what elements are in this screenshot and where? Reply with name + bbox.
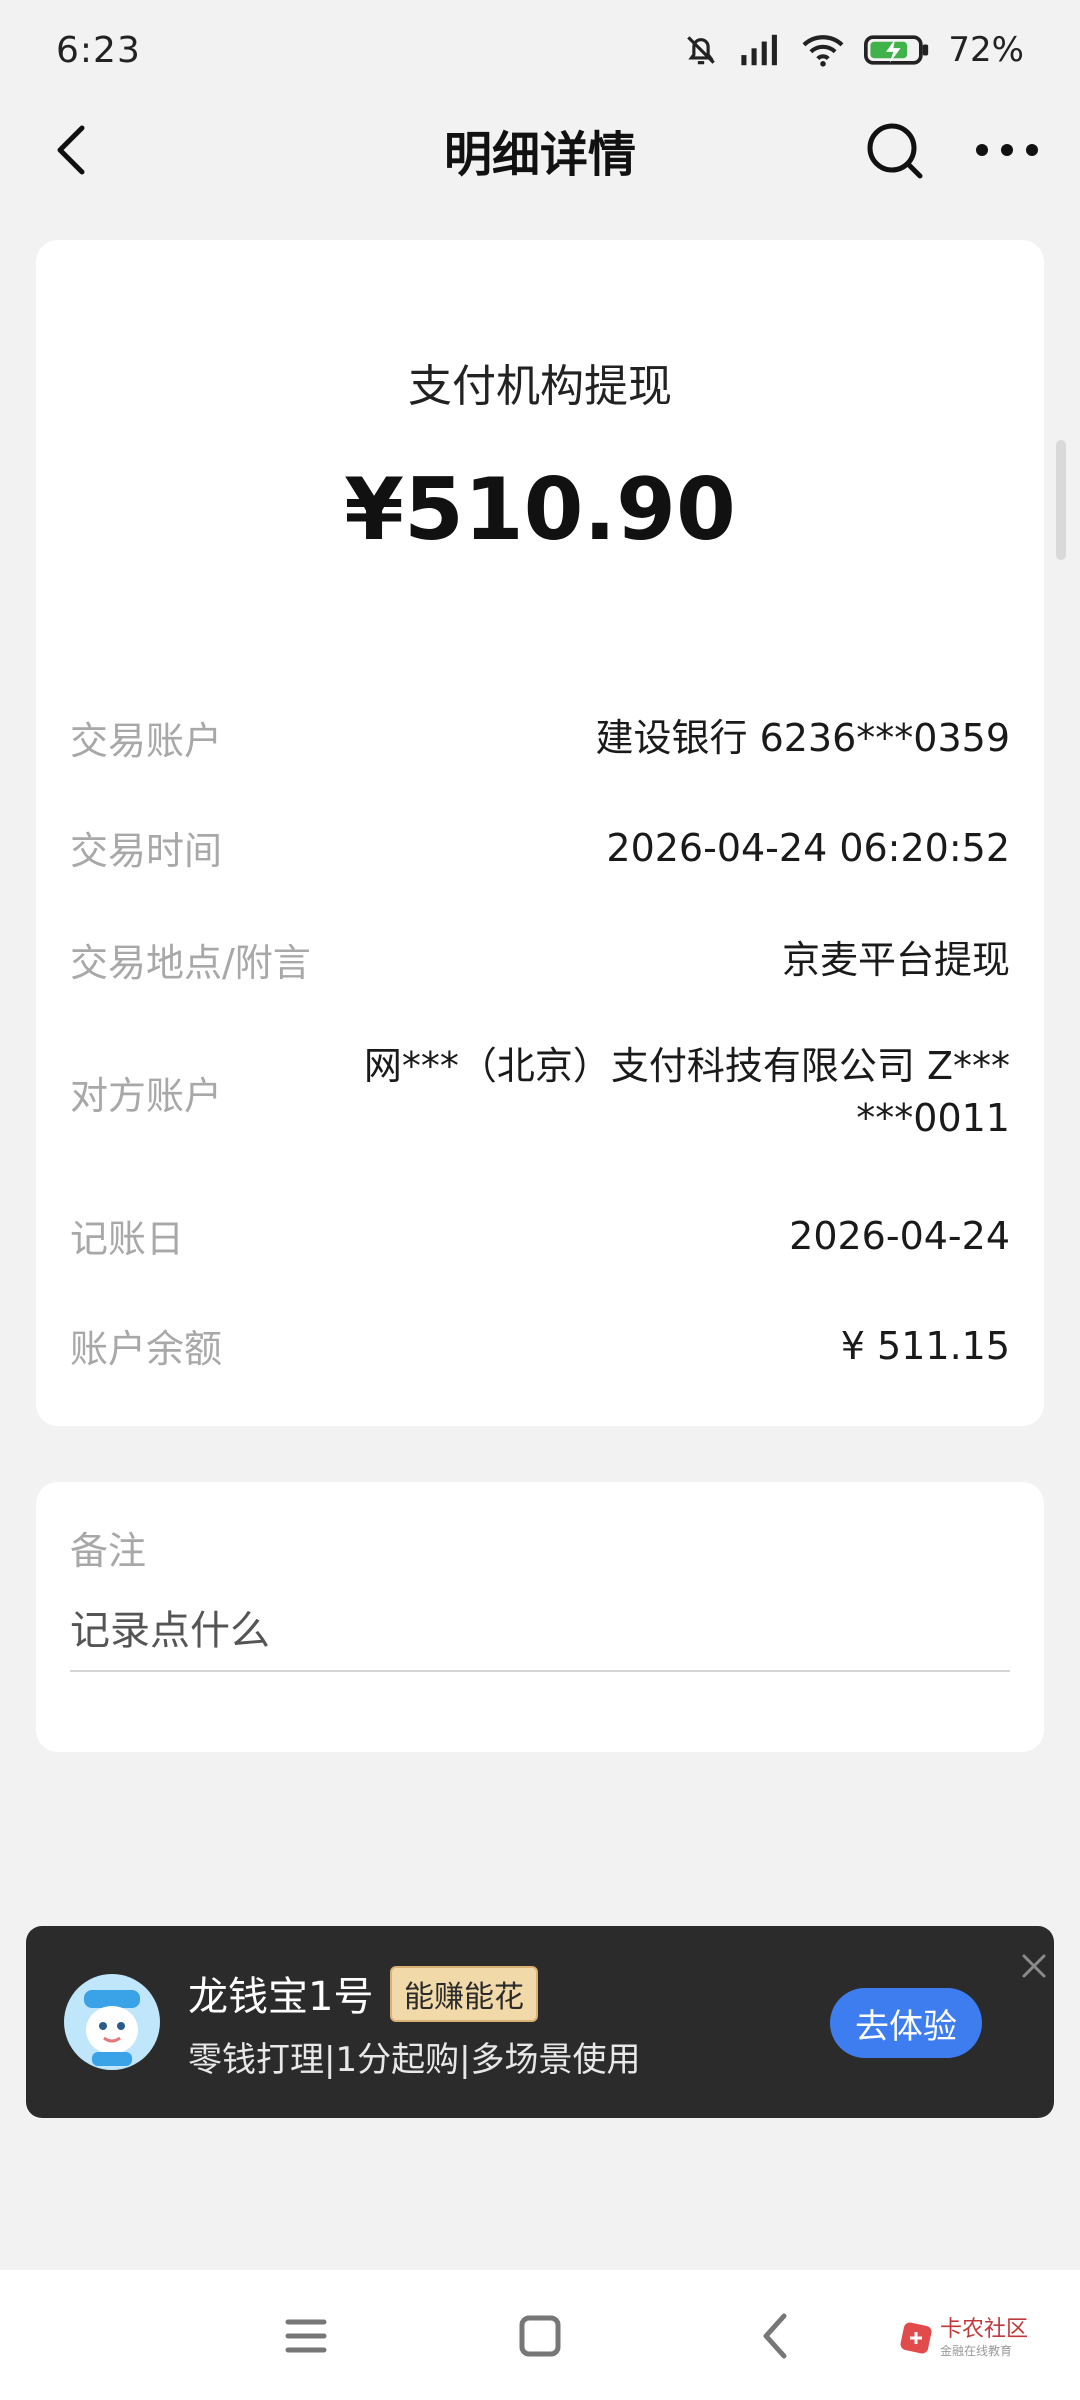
wifi-icon [802,35,844,67]
detail-row-posting-date: 记账日 2026-04-24 [70,1208,1010,1263]
detail-label: 对方账户 [70,1073,223,1118]
more-dots-icon[interactable] [972,130,1042,170]
watermark-logo: 卡农社区 金融在线教育 [898,2310,1028,2366]
promo-subtitle: 零钱打理|1分起购|多场景使用 [188,2040,641,2080]
status-icons: 72% [682,30,1024,70]
page-title: 明细详情 [443,127,636,183]
detail-value: 建设银行 6236***0359 [595,715,1011,760]
nav-bar: 明细详情 [0,100,1080,200]
detail-value: 2026-04-24 [789,1213,1010,1258]
home-square-icon[interactable] [510,2306,570,2366]
scrollbar[interactable] [1056,440,1066,560]
mute-bell-icon [687,36,716,65]
transaction-card: 支付机构提现 ¥510.90 交易账户 建设银行 6236***0359 交易时… [36,240,1044,1426]
chevron-left-icon[interactable] [44,120,104,180]
detail-label: 交易时间 [70,829,223,873]
cell-signal-icon [741,34,778,66]
promo-banner[interactable]: 龙钱宝1号 能赚能花 零钱打理|1分起购|多场景使用 去体验 [26,1926,1054,2118]
status-bar: 6:23 72% [0,0,1080,100]
promo-badge: 能赚能花 [390,1966,538,2022]
system-nav-bar: 卡农社区 金融在线教育 [0,2270,1080,2400]
detail-label: 交易账户 [70,719,223,763]
detail-row-counterparty: 对方账户 网***（北京）支付科技有限公司 Z*** ***0011 [70,1040,1010,1144]
watermark-logo-icon [900,2322,932,2354]
detail-row-balance: 账户余额 ¥ 511.15 [70,1318,1010,1373]
note-label: 备注 [70,1529,147,1573]
detail-row-location: 交易地点/附言 京麦平台提现 [70,932,1010,987]
battery-charging-icon [864,35,929,65]
status-time: 6:23 [56,29,141,71]
watermark-text: 卡农社区 [940,2316,1029,2342]
mascot-avatar-icon [64,1974,160,2070]
battery-percent: 72% [948,30,1024,70]
search-icon[interactable] [858,114,930,186]
promo-title: 龙钱宝1号 [188,1974,374,2020]
counterparty-line-2: ***0011 [856,1096,1010,1140]
detail-value: 2026-04-24 06:20:52 [606,825,1010,870]
counterparty-line-1: 网***（北京）支付科技有限公司 Z*** [363,1044,1010,1088]
back-arrow-icon[interactable] [746,2306,806,2366]
try-it-button[interactable]: 去体验 [830,1988,982,2058]
detail-row-time: 交易时间 2026-04-24 06:20:52 [70,820,1010,875]
transaction-amount: ¥510.90 [344,460,736,560]
note-input[interactable] [70,1592,1010,1672]
menu-icon[interactable] [276,2306,336,2366]
detail-row-account: 交易账户 建设银行 6236***0359 [70,710,1010,765]
transaction-type: 支付机构提现 [408,361,672,412]
watermark-subtext: 金融在线教育 [940,2343,1013,2358]
detail-label: 交易地点/附言 [70,941,311,985]
detail-value-multiline: 网***（北京）支付科技有限公司 Z*** ***0011 [364,1040,1010,1144]
detail-value: 京麦平台提现 [781,937,1010,982]
detail-label: 账户余额 [70,1327,223,1371]
detail-value: ¥ 511.15 [840,1323,1010,1368]
detail-label: 记账日 [70,1217,185,1261]
close-icon[interactable] [1014,1946,1054,1986]
note-card: 备注 [36,1482,1044,1752]
